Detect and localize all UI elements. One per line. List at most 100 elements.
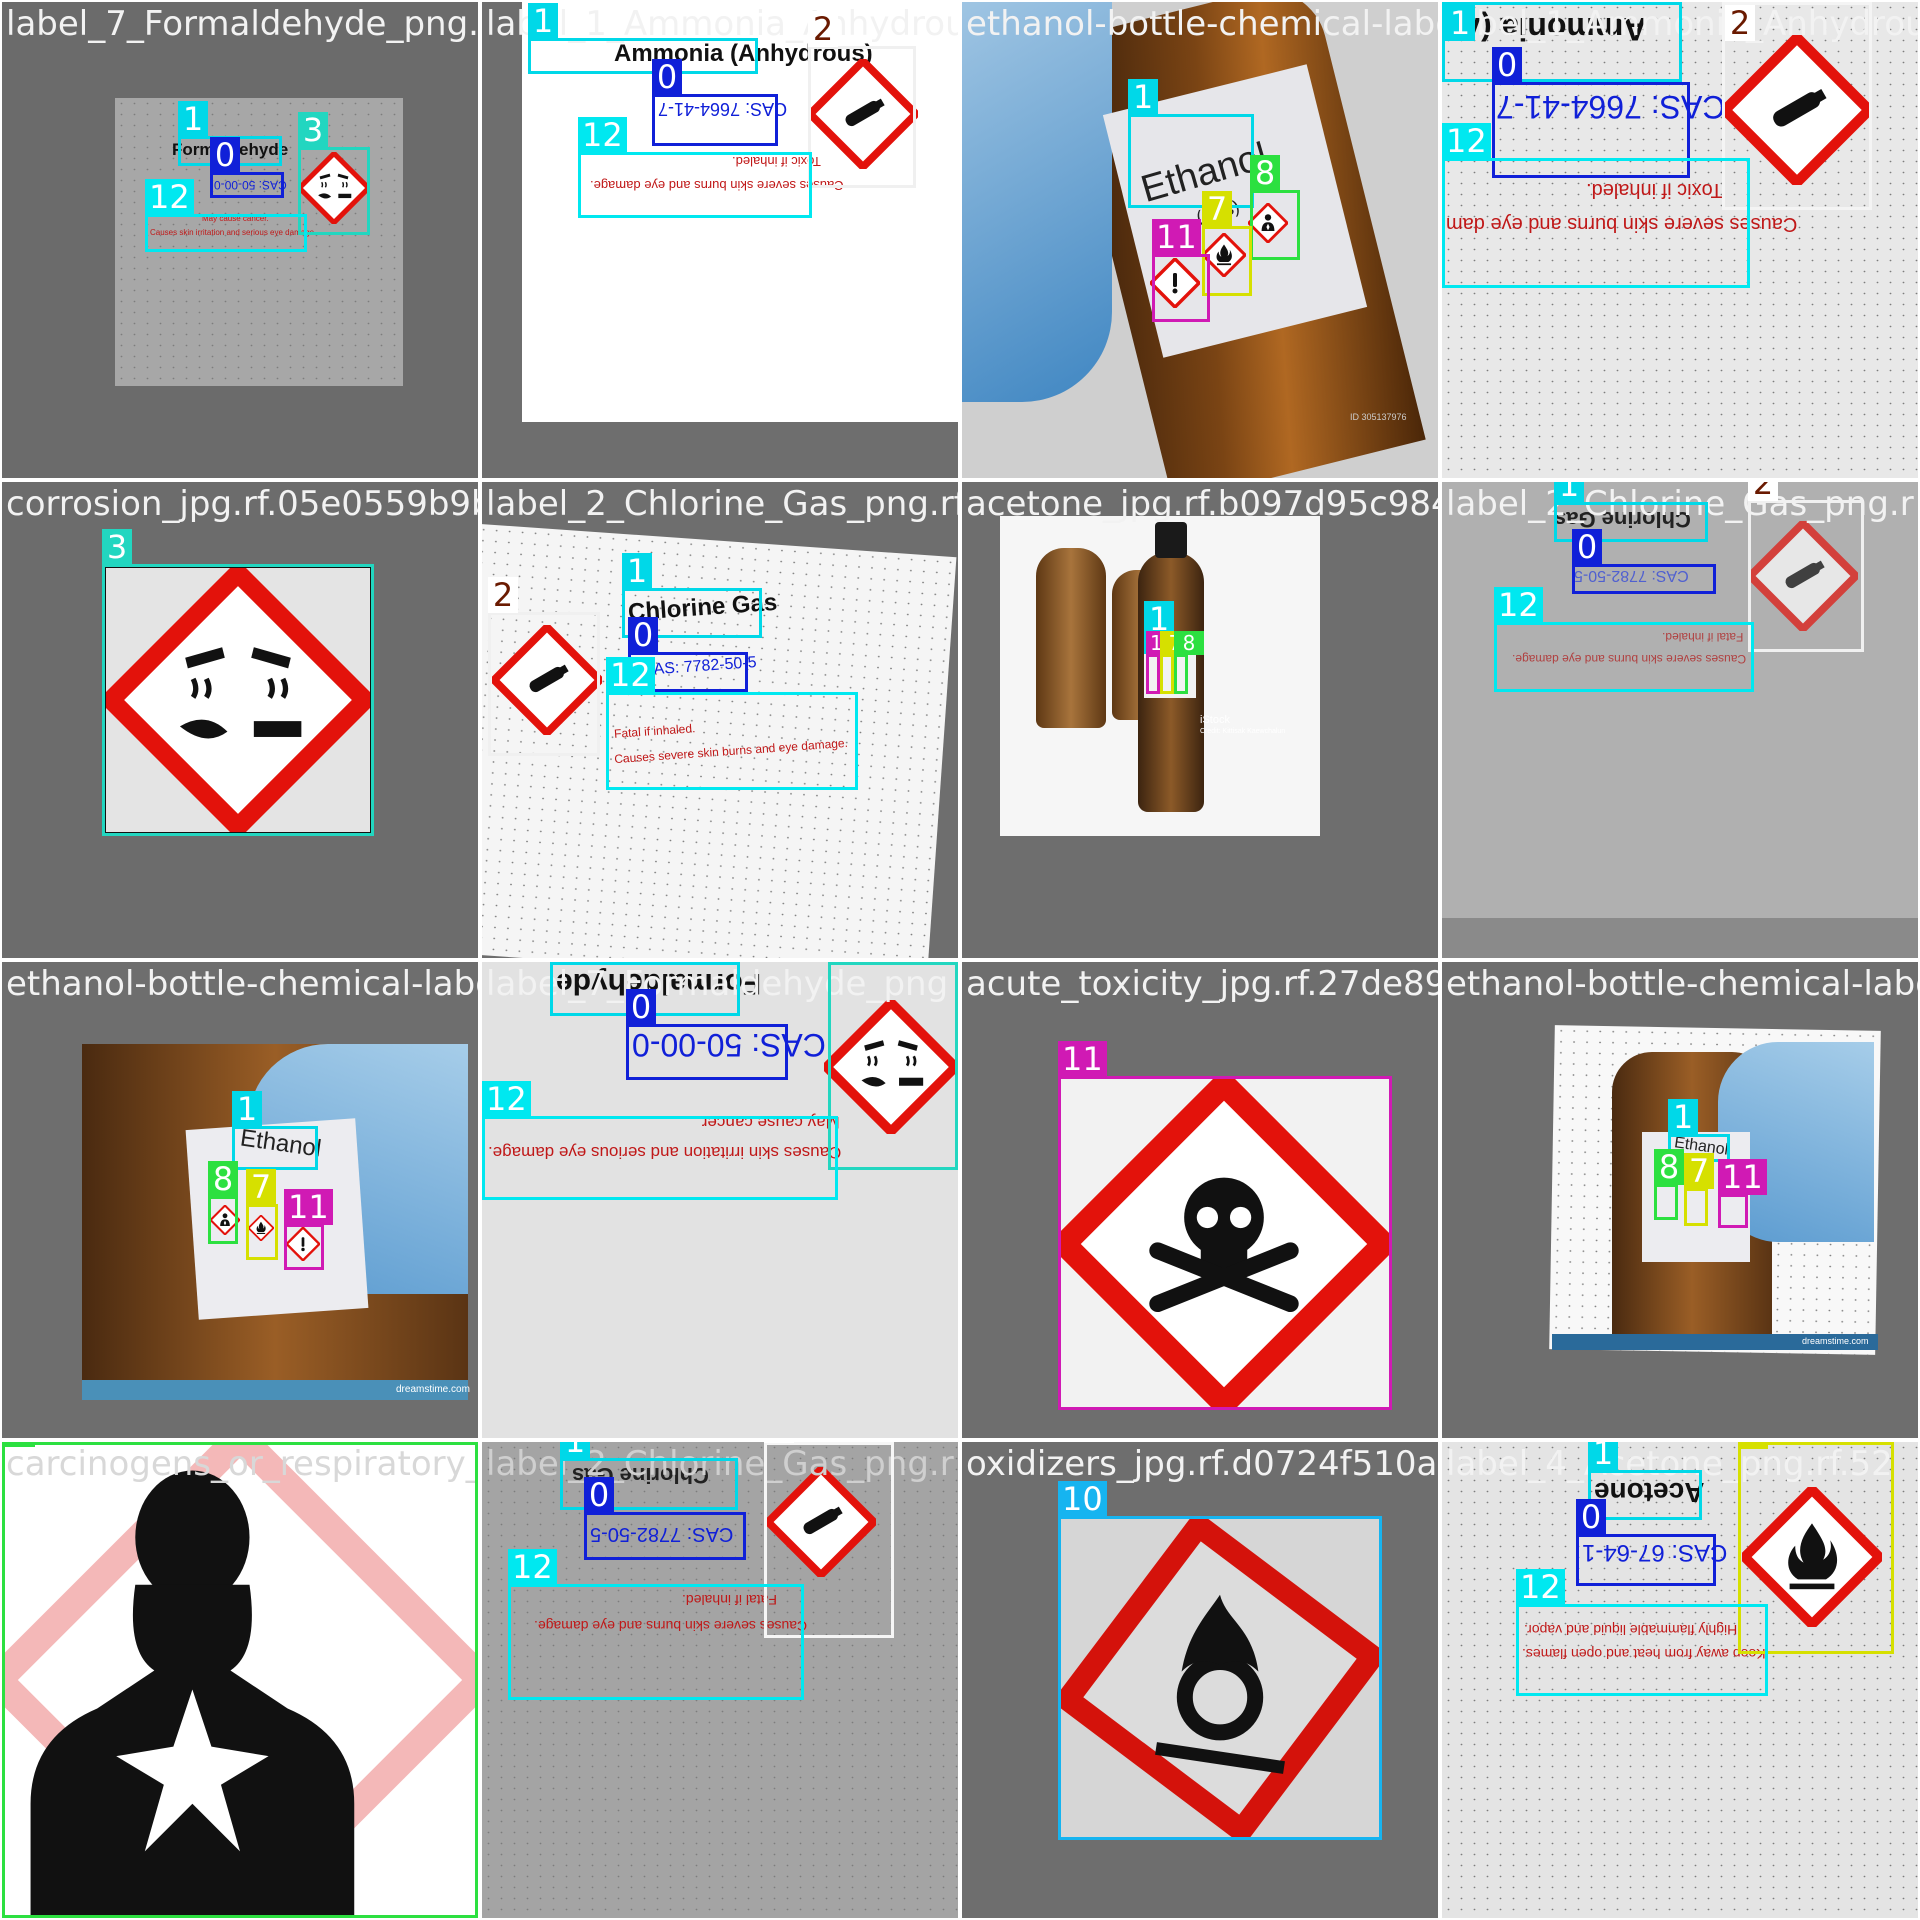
tile-chlorine-label-1: Chlorine Gas CAS: 7782-50-5 Fatal if inh… (482, 482, 958, 958)
bbox-class-12: 12 (1516, 1569, 1768, 1696)
bbox-class-12: 12 (508, 1549, 804, 1700)
bbox-class-2: 2 (488, 577, 600, 756)
tile-title: label_2_Chlorine_Gas_png.rf.a0d6d (486, 484, 958, 524)
bbox-label: 1 (560, 1442, 590, 1459)
bbox-label: 1 (528, 3, 558, 39)
footer-text: dreamstime.com (396, 1384, 470, 1395)
bbox-label: 12 (482, 1081, 531, 1117)
tile-oxidizers: oxidizers_jpg.rf.d0724f510ab1 10 (962, 1442, 1438, 1918)
bbox-label: 8 (1174, 631, 1204, 655)
tile-ammonia-label-1: Ammonia (Anhydrous) CAS: 7664-41-7 Toxic… (482, 2, 958, 478)
bbox-class-12: 12 (1494, 587, 1754, 692)
tile-title: acetone_jpg.rf.b097d95c984a (966, 484, 1438, 524)
bbox-label: 0 (1572, 529, 1602, 565)
bbox-label: 0 (628, 617, 658, 653)
bbox-label: 2 (488, 577, 518, 613)
bbox-class-2: 2 (808, 11, 916, 188)
bbox-class-10: 10 (1058, 1481, 1382, 1840)
bbox-label: 11 (284, 1189, 333, 1225)
bbox-class-0: 0 (1576, 1499, 1716, 1586)
bbox-label: 1 (178, 101, 208, 137)
bbox-class-8: 8 (1654, 1149, 1684, 1220)
tile-ethanol-bottle-1: Ethanol (Cas) ID 305137976 ethanol-bottl… (962, 2, 1438, 478)
bbox-class-1: 1 (232, 1091, 318, 1170)
tile-title: ethanol-bottle-chemical-labo (1446, 964, 1918, 1004)
bbox-label: 7 (1684, 1153, 1714, 1189)
bbox-label: 12 (1442, 123, 1491, 159)
bbox-label: 11 (1058, 1041, 1107, 1077)
tile-title: corrosion_jpg.rf.05e0559b9b (6, 484, 478, 524)
bbox-label: 11 (1152, 219, 1201, 255)
bbox-label: 1 (622, 553, 652, 589)
bbox-label: 3 (828, 962, 858, 963)
tile-corrosion: corrosion_jpg.rf.05e0559b9b 3 (2, 482, 478, 958)
bbox-class-0: 0 (626, 989, 788, 1080)
bbox-label: 1 (1668, 1099, 1698, 1135)
bbox-label: 0 (652, 59, 682, 95)
bbox-label: 2 (1748, 482, 1778, 501)
bbox-class-0: 0 (584, 1477, 746, 1560)
bbox-class-11: 11 (1146, 631, 1180, 694)
tile-ethanol-bottle-3: Ethanol dreamstime.com ethanol-bottle-ch… (1442, 962, 1918, 1438)
bbox-label: 11 (1718, 1159, 1767, 1195)
bbox-class-7: 7 (1684, 1153, 1714, 1226)
bbox-label: 3 (298, 112, 328, 148)
tile-acetone-label: Acetone CAS: 67-64-1 Highly flammable li… (1442, 1442, 1918, 1918)
tile-title: acute_toxicity_jpg.rf.27de89 (966, 964, 1438, 1004)
bbox-class-12: 12 (145, 179, 307, 252)
bbox-label: 12 (145, 179, 194, 215)
bbox-class-11: 11 (1718, 1159, 1767, 1228)
credit-text: Credit: Kittisak Kaewchalun (1200, 728, 1286, 735)
tile-acute-toxicity: acute_toxicity_jpg.rf.27de89 11 (962, 962, 1438, 1438)
bbox-class-11: 11 (284, 1189, 333, 1270)
bbox-class-12: 12 (482, 1081, 838, 1200)
bbox-class-8: 8 (2, 1442, 478, 1918)
footer-text: dreamstime.com (1802, 1336, 1869, 1346)
bbox-label: 8 (1654, 1149, 1684, 1185)
bbox-label: 0 (626, 989, 656, 1025)
bbox-label: 12 (1494, 587, 1543, 623)
bbox-label: 0 (1576, 1499, 1606, 1535)
tile-title: label_7_Formaldehyde_png.rf. (6, 4, 478, 44)
bbox-label: 7 (1738, 1442, 1768, 1449)
bbox-class-1: 1 (1442, 2, 1682, 82)
bbox-label: 12 (606, 657, 655, 693)
bbox-class-3: 3 (828, 962, 958, 1170)
tile-formaldehyde-label-2: Formaldehyde CAS: 50-00-0 May cause canc… (482, 962, 958, 1438)
bbox-class-7: 7 (1160, 631, 1190, 694)
bbox-class-3: 3 (102, 529, 374, 836)
bottle-cap (1155, 522, 1187, 558)
bbox-class-11: 11 (1152, 219, 1210, 322)
bbox-class-12: 12 (578, 117, 812, 218)
tile-title: ethanol-bottle-chemical-labo (6, 964, 478, 1004)
bbox-label: 7 (246, 1169, 276, 1205)
bbox-label: 8 (208, 1161, 238, 1197)
bbox-label: 7 (1202, 191, 1232, 227)
bbox-label: 0 (584, 1477, 614, 1513)
tile-acetone-bottles: iStock Credit: Kittisak Kaewchalun aceto… (962, 482, 1438, 958)
bottle-left (1036, 548, 1106, 728)
bbox-label: 8 (1250, 155, 1280, 191)
bbox-class-7: 7 (246, 1169, 278, 1260)
bbox-label: 2 (764, 1442, 794, 1443)
bbox-label: 12 (508, 1549, 557, 1585)
bbox-class-2: 2 (1748, 482, 1864, 652)
tile-title: oxidizers_jpg.rf.d0724f510ab1 (966, 1444, 1438, 1484)
bbox-class-8: 8 (1174, 631, 1204, 694)
glove-photo (962, 2, 1112, 402)
bbox-label: 0 (210, 137, 240, 173)
bbox-label: 1 (1128, 79, 1158, 115)
bbox-class-0: 0 (210, 137, 284, 198)
bbox-label: 1 (232, 1091, 262, 1127)
bbox-label: 1 (1554, 482, 1584, 503)
bbox-class-3: 3 (298, 112, 370, 235)
bbox-class-0: 0 (652, 59, 778, 146)
watermark-text: ID 305137976 (1350, 412, 1407, 422)
bbox-class-11: 11 (1058, 1041, 1392, 1410)
bbox-class-12: 12 (606, 657, 858, 790)
bbox-label: 0 (1492, 47, 1522, 83)
bbox-label: 2 (808, 11, 838, 47)
bbox-label: 10 (1058, 1481, 1107, 1517)
bbox-class-12: 12 (1442, 123, 1750, 288)
tile-title: ethanol-bottle-chemical-labo (966, 4, 1438, 44)
